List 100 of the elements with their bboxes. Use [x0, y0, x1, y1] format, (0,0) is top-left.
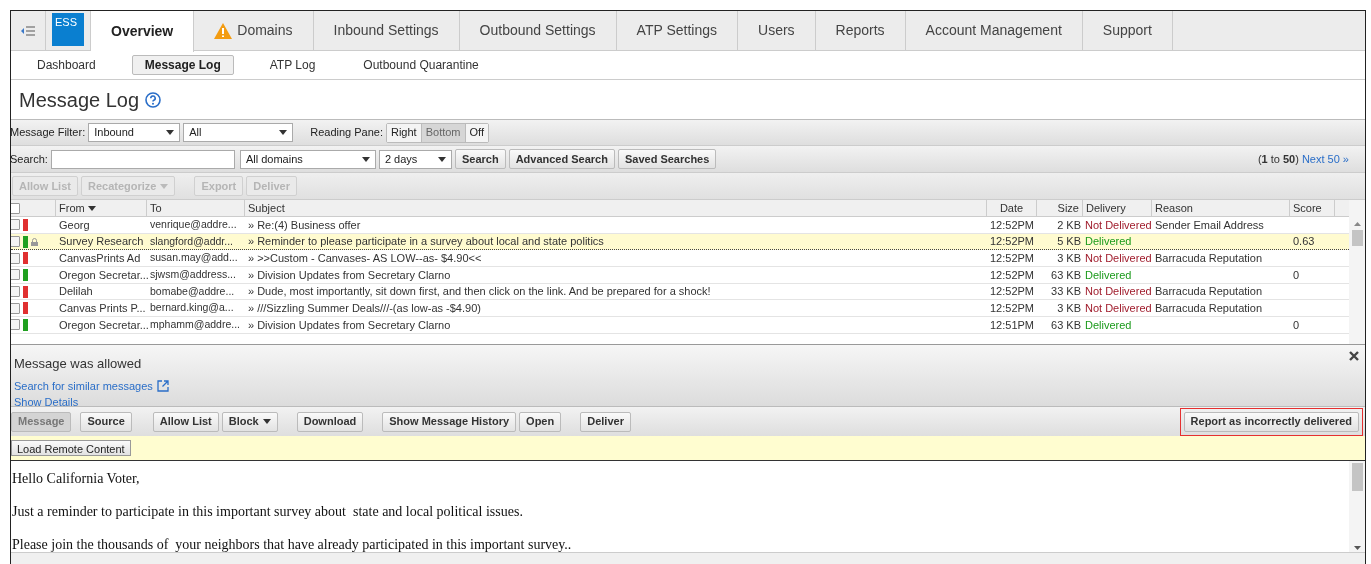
- row-checkbox[interactable]: [11, 269, 20, 281]
- table-cell-text: » Division Updates from Secretary Clarno: [247, 317, 452, 333]
- message-paragraph: Hello California Voter,: [12, 471, 140, 486]
- table-cell-text: bomabe@addre...: [149, 283, 236, 299]
- nav-tab[interactable]: Users: [738, 11, 816, 50]
- caret-icon: [279, 130, 288, 135]
- nav-tab[interactable]: Outbound Settings: [459, 11, 617, 50]
- search-field[interactable]: [50, 149, 235, 169]
- table-cell-text: 5 KB: [1056, 234, 1082, 250]
- column-header[interactable]: Date: [987, 200, 1037, 216]
- logo[interactable]: ESS: [52, 13, 84, 46]
- nav-tab[interactable]: Overview: [91, 11, 195, 52]
- reading-pane-option[interactable]: Bottom: [420, 123, 465, 142]
- message-row[interactable]: CanvasPrints Ad susan.may@add... » >>Custom - Canvases- AS LOW--as- $4.90<< 12:52PM 3 KB Not Delivered Barracuda Reputation: [11, 250, 1349, 268]
- scroll-up-icon[interactable]: [1353, 222, 1361, 226]
- table-cell-text: 12:51PM: [989, 317, 1035, 333]
- message-paragraph: Just a reminder to participate in this important survey about state and local political issues.: [12, 504, 523, 519]
- page-title: Message Log: [19, 87, 140, 113]
- reading-pane-option[interactable]: Right: [387, 123, 421, 142]
- dropdown-field[interactable]: 2 days: [378, 149, 452, 169]
- message-row[interactable]: Oregon Secretar...sjwsm@address... » Division Updates from Secretary Clarno 12:52PM 63 KB Delivered 0: [11, 267, 1349, 284]
- message-row[interactable]: Georg venrique@addre... » Re:(4) Business offer 12:52PM 2 KB Not Delivered Sender Email Address: [11, 217, 1349, 234]
- sub-tab[interactable]: ATP Log: [257, 55, 328, 75]
- table-cell-text: 12:52PM: [989, 217, 1035, 233]
- nav-tab[interactable]: ATP Settings: [616, 11, 738, 50]
- table-cell-text: 3 KB: [1056, 250, 1082, 266]
- column-header[interactable]: From: [56, 200, 147, 216]
- table-cell-text: sjwsm@address...: [149, 267, 237, 283]
- toolbar-button[interactable]: Show Message History: [382, 411, 517, 432]
- column-header[interactable]: Reason: [1152, 200, 1290, 216]
- next-page-link[interactable]: Next 50 »: [1301, 150, 1349, 168]
- dropdown-field[interactable]: All: [183, 123, 294, 142]
- external-link-icon[interactable]: [156, 379, 169, 392]
- sub-tab[interactable]: Dashboard: [25, 55, 108, 75]
- scroll-down-icon[interactable]: [1353, 546, 1361, 550]
- column-header[interactable]: To: [147, 200, 245, 216]
- row-checkbox[interactable]: [11, 286, 20, 298]
- close-icon[interactable]: [1349, 351, 1359, 361]
- toolbar-button[interactable]: Allow List: [152, 411, 219, 432]
- table-cell-text: 12:52PM: [989, 267, 1035, 283]
- search-bar-button[interactable]: Search: [454, 149, 506, 169]
- load-remote-content-button[interactable]: Load Remote Content: [11, 440, 131, 456]
- delivery-status: Not Delivered: [1084, 217, 1152, 233]
- column-header[interactable]: Score: [1290, 200, 1335, 216]
- table-cell-text: mphamm@addre...: [149, 317, 242, 333]
- toolbar-button[interactable]: Block: [221, 411, 278, 432]
- delivery-status: Delivered: [1084, 267, 1133, 283]
- row-checkbox[interactable]: [11, 236, 20, 248]
- delivery-status: Delivered: [1084, 317, 1133, 333]
- toolbar-button[interactable]: Open: [519, 411, 562, 432]
- row-checkbox[interactable]: [11, 319, 20, 331]
- scroll-thumb[interactable]: [1351, 463, 1363, 491]
- toolbar-button[interactable]: Download: [296, 411, 364, 432]
- table-cell-text: slangford@addr...: [149, 233, 235, 249]
- search-bar-button[interactable]: Advanced Search: [508, 149, 615, 169]
- search-similar-link[interactable]: Search for similar messages: [14, 377, 153, 394]
- scrollbar[interactable]: [1349, 461, 1365, 552]
- report-button[interactable]: Report as incorrectly delivered: [1183, 411, 1359, 432]
- table-cell-text: 63 KB: [1050, 267, 1082, 283]
- table-cell-text: 3 KB: [1056, 301, 1082, 317]
- message-row[interactable]: Canvas Prints P... bernard.king@a... » ///Sizzling Summer Deals///-(as low-as -$4.90) 12:52PM 3 KB Not Delivered Barracuda Reputation: [11, 300, 1349, 318]
- table-cell-text: » Reminder to please participate in a survey about local and state politics: [247, 234, 605, 250]
- result-range: (1 to 50): [1257, 151, 1299, 167]
- row-checkbox[interactable]: [11, 302, 20, 314]
- table-cell: Sender Email Address: [1155, 218, 1264, 231]
- table-cell-text: Delilah: [58, 284, 94, 300]
- dropdown-field[interactable]: Inbound: [88, 123, 181, 142]
- filter-label: Message Filter:: [11, 125, 86, 141]
- table-cell: 0.63: [1293, 235, 1315, 248]
- search-bar-button[interactable]: Saved Searches: [617, 149, 717, 169]
- table-cell-text: Georg: [58, 217, 91, 233]
- delivery-status: Not Delivered: [1084, 250, 1152, 266]
- scroll-thumb[interactable]: [1351, 230, 1363, 246]
- nav-tab[interactable]: Domains: [194, 11, 314, 50]
- row-checkbox[interactable]: [11, 219, 20, 231]
- show-details-link[interactable]: Show Details: [14, 394, 1365, 411]
- nav-tab[interactable]: Account Management: [905, 11, 1083, 50]
- message-paragraph: Please join the thousands of your neighbors that have already participated in this important survey..: [12, 537, 572, 552]
- nav-tab[interactable]: Reports: [815, 11, 906, 50]
- column-header[interactable]: Delivery: [1083, 200, 1152, 216]
- dropdown-field[interactable]: All domains: [239, 149, 376, 169]
- message-row[interactable]: Oregon Secretar...mphamm@addre... » Division Updates from Secretary Clarno 12:51PM 63 KB Delivered 0: [11, 317, 1349, 334]
- table-cell: 0: [1293, 318, 1300, 331]
- toolbar-button[interactable]: Source: [80, 411, 132, 432]
- column-header[interactable]: Subject: [245, 200, 987, 216]
- sub-tab[interactable]: Message Log: [131, 55, 234, 75]
- table-cell-text: Canvas Prints P...: [58, 301, 147, 317]
- select-all-checkbox[interactable]: [11, 202, 20, 214]
- caret-icon: [361, 156, 370, 162]
- row-checkbox[interactable]: [11, 252, 20, 264]
- nav-tab[interactable]: Inbound Settings: [313, 11, 460, 50]
- table-cell: Barracuda Reputation: [1155, 302, 1262, 315]
- column-header[interactable]: Size: [1037, 200, 1083, 216]
- table-cell-text: Survey Research: [58, 234, 145, 250]
- reading-pane-option[interactable]: Off: [464, 123, 488, 142]
- nav-tab[interactable]: Support: [1082, 11, 1173, 50]
- help-icon[interactable]: [145, 91, 162, 108]
- scrollbar[interactable]: [1349, 200, 1365, 344]
- sub-tab[interactable]: Outbound Quarantine: [351, 55, 491, 75]
- toolbar-button[interactable]: Deliver: [580, 411, 631, 432]
